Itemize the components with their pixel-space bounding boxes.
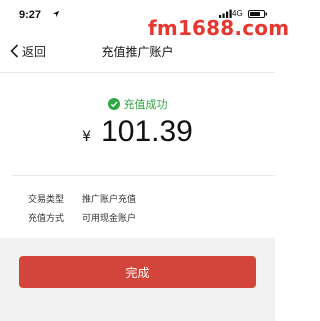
complete-button[interactable]: 完成	[19, 256, 256, 288]
back-chevron-icon	[10, 44, 19, 58]
detail-row-transaction-type: 交易类型 推广账户充值	[28, 192, 136, 206]
success-status: 充值成功	[0, 96, 275, 112]
check-circle-icon	[107, 98, 120, 110]
status-time: 9:27	[19, 9, 42, 21]
detail-value: 可用现金账户	[82, 214, 137, 224]
back-label: 返回	[22, 44, 47, 59]
battery-icon	[248, 10, 267, 18]
amount-value: 101.39	[101, 115, 193, 148]
detail-label: 交易类型	[28, 195, 65, 205]
signal-icon	[219, 9, 232, 18]
detail-row-payment-method: 充值方式 可用现金账户	[28, 211, 136, 225]
success-text: 充值成功	[123, 98, 168, 111]
recharge-success-screen: 9:27 fm1688.com 4G 充值推广账户 返回 充值成功 ¥ 101.…	[0, 0, 289, 321]
nav-divider	[0, 72, 275, 73]
section-divider	[12, 175, 275, 176]
currency-symbol: ¥	[82, 129, 92, 145]
location-arrow-icon	[52, 10, 60, 18]
detail-label: 充值方式	[28, 214, 65, 224]
amount-display: ¥ 101.39	[0, 115, 275, 155]
detail-value: 推广账户充值	[82, 195, 137, 205]
nav-bar: 充值推广账户 返回	[0, 36, 275, 66]
network-type: 4G	[232, 9, 243, 18]
back-button[interactable]: 返回	[10, 43, 46, 59]
status-bar: 9:27 fm1688.com 4G	[0, 0, 289, 40]
